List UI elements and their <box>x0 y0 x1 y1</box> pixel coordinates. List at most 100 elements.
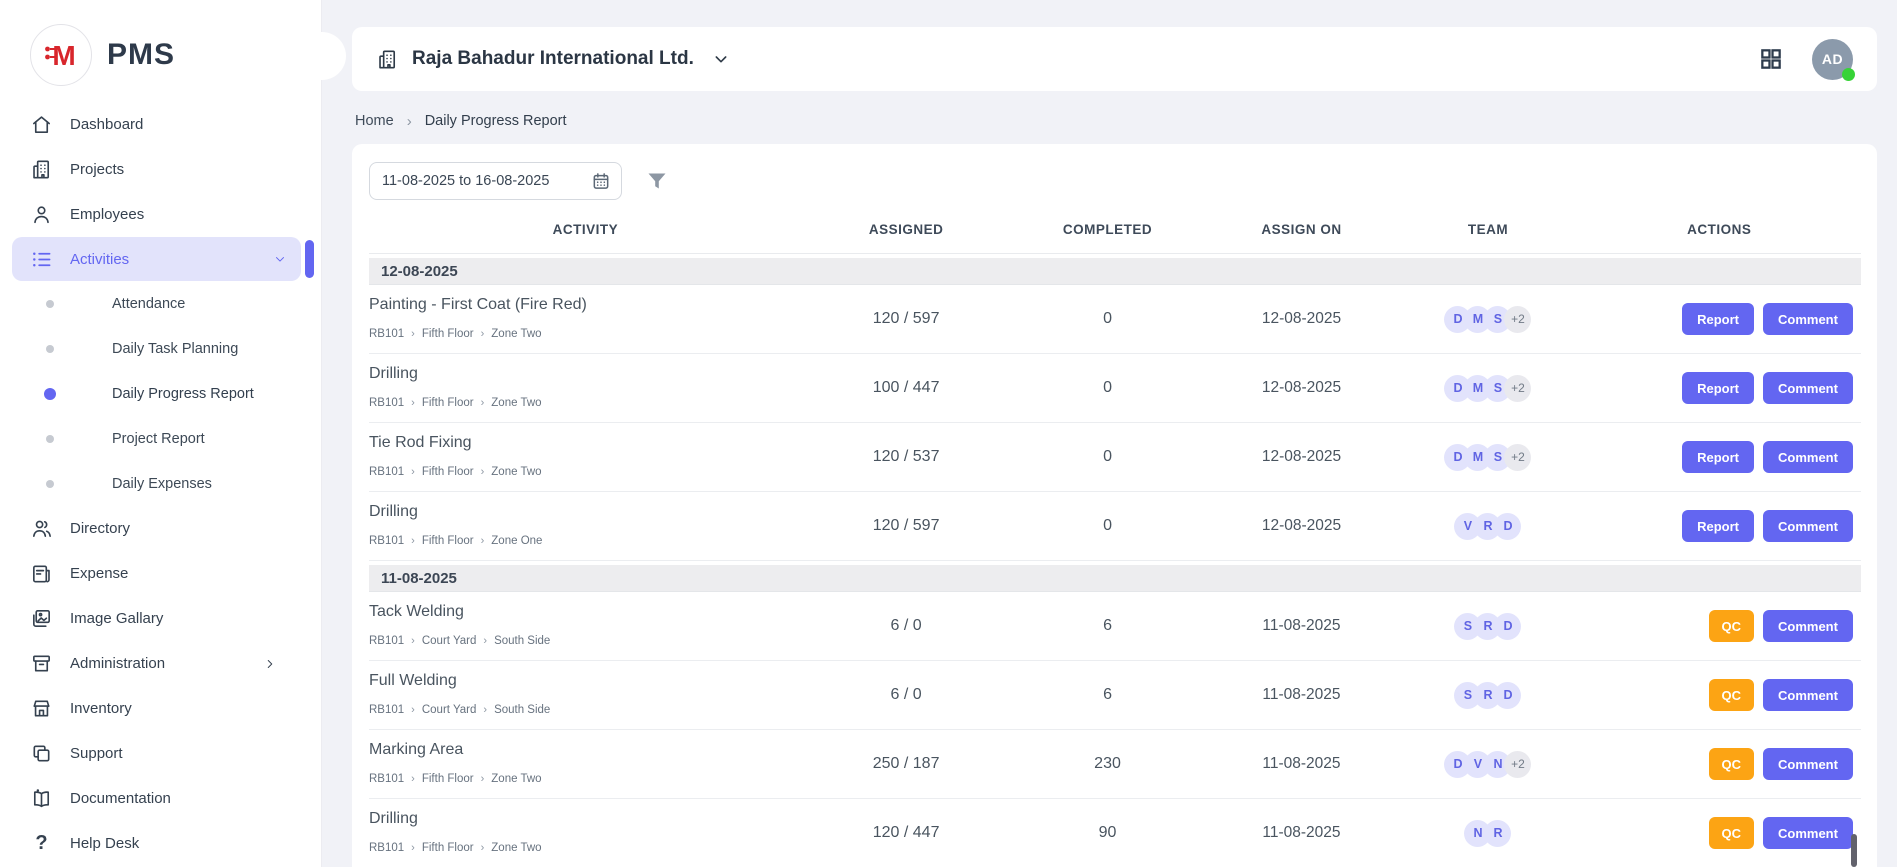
company-name: Raja Bahadur International Ltd. <box>412 48 694 70</box>
app-launcher-button[interactable] <box>1758 46 1784 72</box>
chevron-right-icon <box>263 657 277 671</box>
active-indicator <box>305 240 314 278</box>
report-button[interactable]: Report <box>1682 510 1754 542</box>
activity-name: Drilling <box>369 365 796 383</box>
top-header: Raja Bahadur International Ltd. AD <box>352 27 1877 91</box>
activity-location-path: RB101›Fifth Floor›Zone Two <box>369 773 796 785</box>
path-segment: RB101 <box>369 842 404 854</box>
sidebar-subitem-daily-expenses[interactable]: Daily Expenses <box>0 461 321 506</box>
path-segment: RB101 <box>369 635 404 647</box>
date-range-input[interactable] <box>382 173 585 189</box>
scrollbar-thumb[interactable] <box>1851 834 1857 867</box>
report-button[interactable]: Report <box>1682 441 1754 473</box>
column-header-assigned: ASSIGNED <box>802 222 1011 237</box>
company-selector[interactable]: Raja Bahadur International Ltd. <box>376 48 729 71</box>
activity-name: Tie Rod Fixing <box>369 434 796 452</box>
activity-name: Tack Welding <box>369 603 796 621</box>
comment-button[interactable]: Comment <box>1763 441 1853 473</box>
sidebar-item-activities[interactable]: Activities <box>12 237 301 281</box>
sidebar-subitem-daily-task-planning[interactable]: Daily Task Planning <box>0 326 321 371</box>
comment-button[interactable]: Comment <box>1763 372 1853 404</box>
sidebar-item-image-gallary[interactable]: Image Gallary <box>0 596 321 641</box>
report-button[interactable]: Report <box>1682 303 1754 335</box>
activity-location-path: RB101›Court Yard›South Side <box>369 635 796 647</box>
list-icon <box>30 248 53 271</box>
sidebar-subitem-daily-progress-report[interactable]: Daily Progress Report <box>0 371 321 416</box>
sidebar-item-employees[interactable]: Employees <box>0 192 321 237</box>
comment-button[interactable]: Comment <box>1763 303 1853 335</box>
assign-on-cell: 11-08-2025 <box>1205 686 1399 704</box>
comment-button[interactable]: Comment <box>1763 510 1853 542</box>
date-group-header: 12-08-2025 <box>369 258 1861 285</box>
assigned-cell: 120 / 597 <box>802 310 1011 328</box>
sidebar-item-label: Support <box>70 745 123 762</box>
comment-button[interactable]: Comment <box>1763 679 1853 711</box>
sidebar-item-help-desk[interactable]: ?Help Desk <box>0 821 321 866</box>
store-icon <box>30 697 53 720</box>
table-row: Full WeldingRB101›Court Yard›South Side6… <box>369 661 1861 730</box>
comment-button[interactable]: Comment <box>1763 817 1853 849</box>
sidebar-subitem-label: Daily Task Planning <box>112 341 238 357</box>
activity-name: Painting - First Coat (Fire Red) <box>369 296 796 314</box>
actions-cell: Report Comment <box>1577 303 1860 335</box>
assign-on-cell: 11-08-2025 <box>1205 755 1399 773</box>
qc-button[interactable]: QC <box>1709 679 1755 711</box>
sidebar-item-administration[interactable]: Administration <box>0 641 321 686</box>
column-header-completed: COMPLETED <box>1011 222 1205 237</box>
sidebar-subitem-attendance[interactable]: Attendance <box>0 281 321 326</box>
filter-row <box>369 162 1861 200</box>
sidebar-item-documentation[interactable]: Documentation <box>0 776 321 821</box>
filter-button[interactable] <box>645 169 669 193</box>
path-separator: › <box>411 466 415 478</box>
sidebar-collapse-button[interactable] <box>306 40 338 72</box>
team-cell: DVN+2 <box>1398 751 1577 778</box>
column-header-actions: ACTIONS <box>1577 222 1860 237</box>
user-avatar[interactable]: AD <box>1812 39 1853 80</box>
sidebar-subitem-project-report[interactable]: Project Report <box>0 416 321 461</box>
qc-button[interactable]: QC <box>1709 817 1755 849</box>
table-header: ACTIVITYASSIGNEDCOMPLETEDASSIGN ONTEAMAC… <box>369 206 1861 254</box>
calendar-icon[interactable] <box>591 171 611 191</box>
team-cell: DMS+2 <box>1398 375 1577 402</box>
sidebar-item-dashboard[interactable]: Dashboard <box>0 102 321 147</box>
path-segment: Court Yard <box>422 704 477 716</box>
table-row: DrillingRB101›Fifth Floor›Zone One120 / … <box>369 492 1861 561</box>
date-range-picker[interactable] <box>369 162 622 200</box>
copy-icon <box>30 742 53 765</box>
path-segment: Zone Two <box>491 773 541 785</box>
path-segment: Zone Two <box>491 466 541 478</box>
assign-on-cell: 12-08-2025 <box>1205 517 1399 535</box>
comment-button[interactable]: Comment <box>1763 610 1853 642</box>
table-row: Tack WeldingRB101›Court Yard›South Side6… <box>369 592 1861 661</box>
sidebar-item-projects[interactable]: Projects <box>0 147 321 192</box>
qc-button[interactable]: QC <box>1709 748 1755 780</box>
sidebar: M PMS DashboardProjectsEmployeesActiviti… <box>0 0 322 867</box>
actions-cell: Report Comment <box>1577 441 1860 473</box>
activity-cell: Painting - First Coat (Fire Red)RB101›Fi… <box>369 285 802 353</box>
sidebar-item-support[interactable]: Support <box>0 731 321 776</box>
help-icon: ? <box>30 832 53 855</box>
sidebar-item-label: Image Gallary <box>70 610 163 627</box>
assign-on-cell: 12-08-2025 <box>1205 310 1399 328</box>
path-segment: RB101 <box>369 328 404 340</box>
sidebar-item-label: Employees <box>70 206 144 223</box>
completed-cell: 0 <box>1011 517 1205 535</box>
path-segment: Zone Two <box>491 397 541 409</box>
sidebar-subitem-label: Attendance <box>112 296 185 312</box>
breadcrumb-home-link[interactable]: Home <box>355 113 394 129</box>
sidebar-item-inventory[interactable]: Inventory <box>0 686 321 731</box>
path-segment: RB101 <box>369 535 404 547</box>
qc-button[interactable]: QC <box>1709 610 1755 642</box>
assign-on-cell: 12-08-2025 <box>1205 448 1399 466</box>
sidebar-item-label: Activities <box>70 251 129 268</box>
sidebar-item-directory[interactable]: Directory <box>0 506 321 551</box>
table-row: Tie Rod FixingRB101›Fifth Floor›Zone Two… <box>369 423 1861 492</box>
column-header-team: TEAM <box>1398 222 1577 237</box>
path-separator: › <box>481 842 485 854</box>
comment-button[interactable]: Comment <box>1763 748 1853 780</box>
path-separator: › <box>481 773 485 785</box>
sidebar-item-expense[interactable]: Expense <box>0 551 321 596</box>
chevron-down-icon <box>273 252 287 266</box>
actions-cell: QCComment <box>1577 679 1860 711</box>
report-button[interactable]: Report <box>1682 372 1754 404</box>
